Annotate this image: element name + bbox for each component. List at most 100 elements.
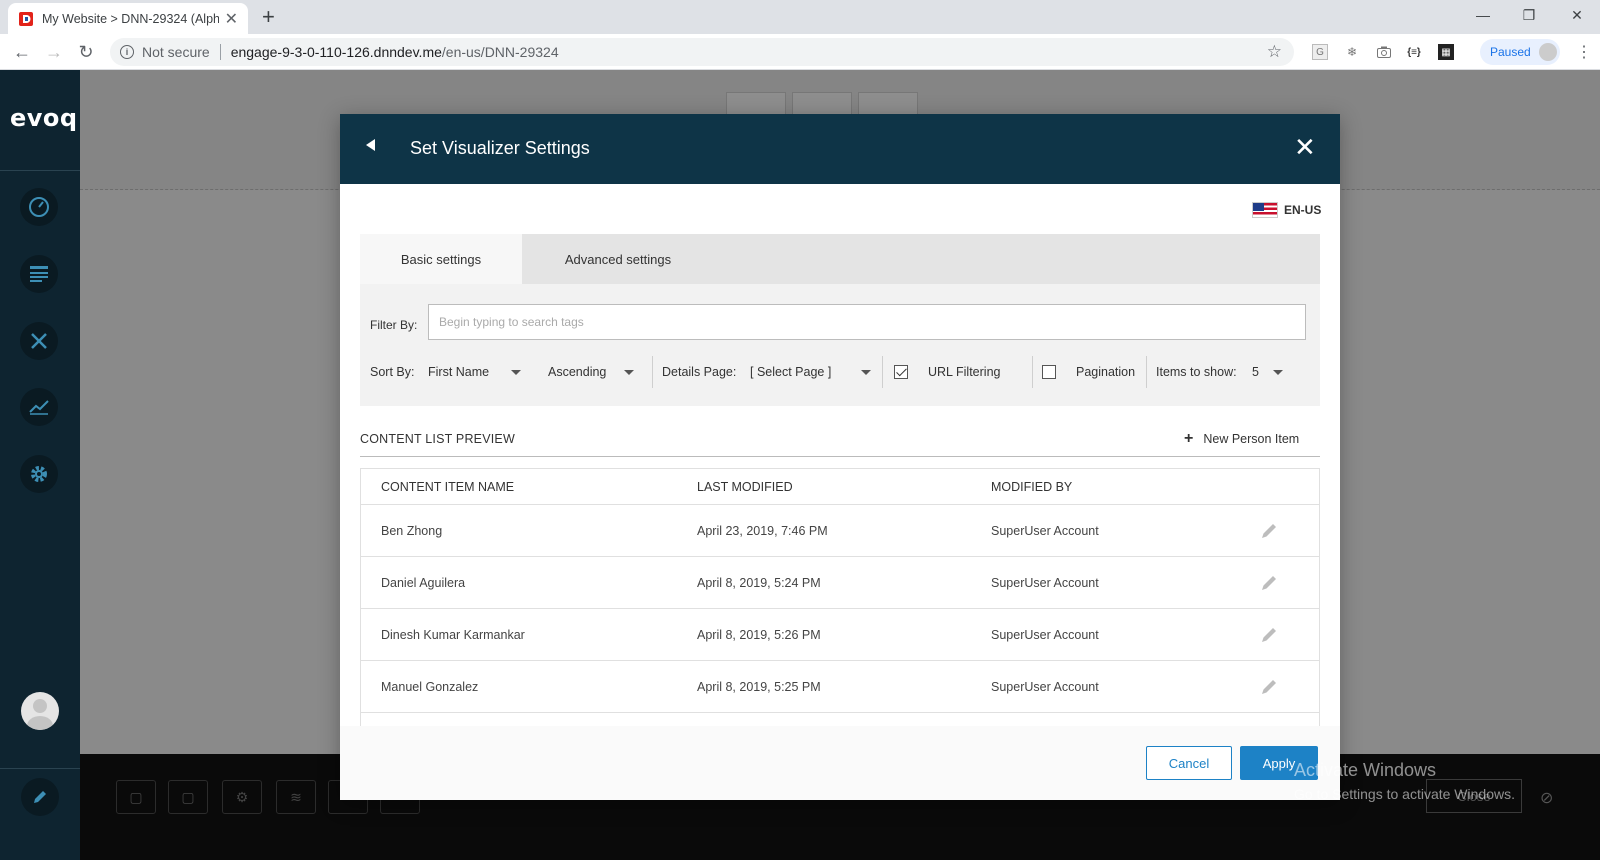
url-path: /en-us/DNN-29324 xyxy=(441,44,559,60)
tab-advanced-settings[interactable]: Advanced settings xyxy=(522,234,714,284)
filter-by-label: Filter By: xyxy=(370,318,418,332)
extension-snowflake-icon[interactable]: ❄ xyxy=(1344,44,1360,60)
settings-tabs: Basic settings Advanced settings xyxy=(360,234,1320,284)
url-filtering-toggle[interactable]: URL Filtering xyxy=(894,356,1000,388)
edit-pencil-icon[interactable] xyxy=(1259,625,1279,645)
items-to-show-select[interactable]: 5 xyxy=(1252,356,1283,388)
extension-camera-icon[interactable] xyxy=(1376,44,1392,60)
paused-label: Paused xyxy=(1490,45,1531,59)
sidebar-divider-bottom xyxy=(0,768,80,769)
add-module-icon[interactable]: ▢ xyxy=(116,780,156,814)
plus-icon: + xyxy=(1184,430,1194,447)
sort-field-value: First Name xyxy=(428,365,490,379)
content-icon[interactable] xyxy=(20,255,58,293)
analytics-icon[interactable] xyxy=(20,388,58,426)
divider xyxy=(1146,356,1147,388)
item-last-modified: April 8, 2019, 5:25 PM xyxy=(697,680,821,694)
tab-basic-settings[interactable]: Basic settings xyxy=(360,234,522,284)
profile-paused-button[interactable]: Paused xyxy=(1480,39,1560,65)
us-flag-icon xyxy=(1252,202,1278,218)
items-to-show-label: Items to show: xyxy=(1156,365,1237,379)
back-arrow-icon[interactable] xyxy=(366,139,375,151)
item-last-modified: April 8, 2019, 5:26 PM xyxy=(697,628,821,642)
address-bar[interactable]: i Not secure engage-9-3-0-110-126.dnndev… xyxy=(110,38,1294,66)
pagination-label: Pagination xyxy=(1076,365,1136,379)
profile-avatar xyxy=(1538,43,1557,61)
sort-order-select[interactable]: Ascending xyxy=(548,356,635,388)
column-header-last-modified: LAST MODIFIED xyxy=(697,480,793,494)
new-tab-icon[interactable]: + xyxy=(262,4,275,30)
item-modified-by: SuperUser Account xyxy=(991,524,1099,538)
page-area: evoq ▢ ▢ ⚙ ≋ Close ⊘ Set Visualizer Sett… xyxy=(0,70,1600,860)
window-close-icon[interactable]: ✕ xyxy=(1554,0,1600,30)
tag-filter-input[interactable] xyxy=(428,304,1306,340)
sort-by-label: Sort By: xyxy=(370,365,415,379)
pagination-checkbox[interactable] xyxy=(1042,365,1056,379)
url-filtering-checkbox[interactable] xyxy=(894,365,908,379)
sort-options-row: Sort By: First Name Ascending Details Pa… xyxy=(370,356,1310,388)
content-list-preview-title: CONTENT LIST PREVIEW xyxy=(360,432,515,446)
bookmark-star-icon[interactable]: ☆ xyxy=(1267,42,1282,62)
table-row[interactable]: Manuel Gonzalez April 8, 2019, 5:25 PM S… xyxy=(361,661,1319,713)
item-modified-by: SuperUser Account xyxy=(991,680,1099,694)
reload-icon[interactable]: ↻ xyxy=(74,40,98,64)
browser-tabstrip: My Website > DNN-29324 (Alph ✕ + — ❐ ✕ xyxy=(0,0,1600,34)
content-list-table: CONTENT ITEM NAME LAST MODIFIED MODIFIED… xyxy=(360,468,1320,726)
item-name: Dinesh Kumar Karmankar xyxy=(381,628,525,642)
edit-pencil-icon[interactable] xyxy=(1259,573,1279,593)
column-header-modified-by: MODIFIED BY xyxy=(991,480,1073,494)
add-existing-module-icon[interactable]: ▢ xyxy=(168,780,208,814)
back-icon[interactable]: ← xyxy=(10,40,34,64)
browser-menu-icon[interactable]: ⋮ xyxy=(1576,42,1592,62)
forward-icon[interactable]: → xyxy=(42,40,66,64)
new-person-item-button[interactable]: + New Person Item xyxy=(1184,430,1299,447)
evoq-logo: evoq xyxy=(10,104,78,132)
preview-divider xyxy=(360,456,1320,457)
info-icon[interactable]: i xyxy=(120,45,134,59)
table-row[interactable]: Daniel Aguilera April 8, 2019, 5:24 PM S… xyxy=(361,557,1319,609)
browser-toolbar: ← → ↻ i Not secure engage-9-3-0-110-126.… xyxy=(0,34,1600,70)
dnn-favicon-icon xyxy=(18,11,34,27)
modal-footer: Cancel Apply xyxy=(340,726,1340,800)
extension-json-icon[interactable]: {≡} xyxy=(1406,44,1422,60)
pagination-toggle[interactable]: Pagination xyxy=(1042,356,1135,388)
minimize-icon[interactable]: — xyxy=(1460,0,1506,30)
sort-order-value: Ascending xyxy=(548,365,607,379)
modal-close-icon[interactable]: ✕ xyxy=(1294,134,1316,160)
modal-title: Set Visualizer Settings xyxy=(410,138,590,158)
not-secure-label: Not secure xyxy=(142,44,210,60)
edit-pencil-icon[interactable] xyxy=(21,778,59,816)
layers-icon[interactable]: ≋ xyxy=(276,780,316,814)
modal-header: Set Visualizer Settings ✕ xyxy=(340,114,1340,184)
settings-panel: Basic settings Advanced settings Filter … xyxy=(360,234,1320,406)
table-row[interactable]: Dinesh Kumar Karmankar April 8, 2019, 5:… xyxy=(361,609,1319,661)
visualizer-settings-modal: Set Visualizer Settings ✕ EN-US Basic se… xyxy=(340,114,1340,800)
details-page-select[interactable]: [ Select Page ] xyxy=(750,356,872,388)
sidebar-divider xyxy=(0,170,80,171)
extension-qr-icon[interactable]: ▦ xyxy=(1438,44,1454,60)
language-selector[interactable]: EN-US xyxy=(1252,202,1321,218)
page-settings-icon[interactable]: ⚙ xyxy=(222,780,262,814)
dashboard-icon[interactable] xyxy=(20,188,58,226)
item-modified-by: SuperUser Account xyxy=(991,576,1099,590)
user-avatar[interactable] xyxy=(21,692,59,730)
restore-icon[interactable]: ❐ xyxy=(1506,0,1552,30)
table-row[interactable]: Ben Zhong April 23, 2019, 7:46 PM SuperU… xyxy=(361,505,1319,557)
browser-tab[interactable]: My Website > DNN-29324 (Alph ✕ xyxy=(8,3,248,34)
tab-title: My Website > DNN-29324 (Alph xyxy=(42,11,219,26)
chevron-down-icon xyxy=(1272,369,1283,375)
item-name: Ben Zhong xyxy=(381,524,443,538)
cancel-button[interactable]: Cancel xyxy=(1146,746,1232,780)
eye-off-icon[interactable]: ⊘ xyxy=(1540,788,1553,808)
url-host: engage-9-3-0-110-126.dnndev.me xyxy=(230,44,442,60)
settings-icon[interactable] xyxy=(20,455,58,493)
edit-pencil-icon[interactable] xyxy=(1259,677,1279,697)
extension-g-icon[interactable]: G xyxy=(1312,44,1328,60)
edit-pencil-icon[interactable] xyxy=(1259,521,1279,541)
tab-close-icon[interactable]: ✕ xyxy=(225,9,238,29)
item-last-modified: April 23, 2019, 7:46 PM xyxy=(697,524,828,538)
tools-icon[interactable] xyxy=(20,322,58,360)
address-separator xyxy=(219,44,221,60)
sort-field-select[interactable]: First Name xyxy=(428,356,522,388)
chevron-down-icon xyxy=(624,369,635,375)
